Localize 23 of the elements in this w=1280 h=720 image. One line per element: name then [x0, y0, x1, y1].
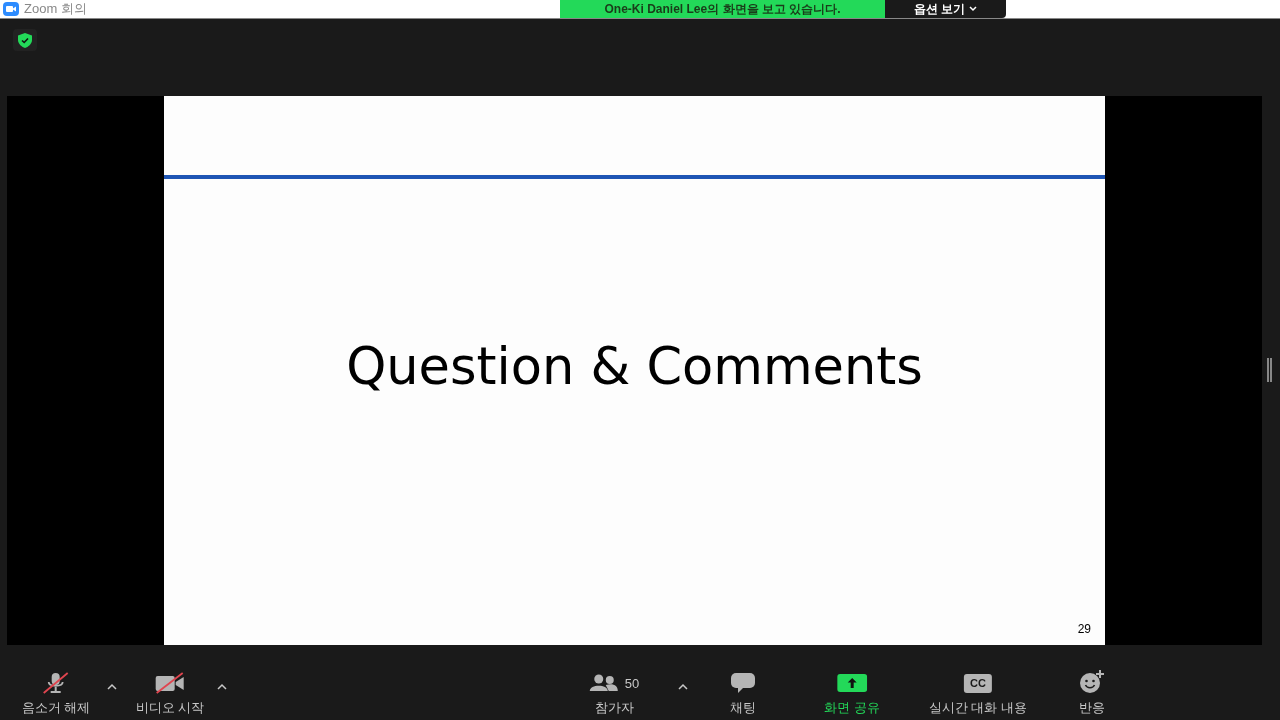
share-toolbar-button[interactable]: 화면 공유 [822, 673, 882, 717]
speech-bubble-icon [730, 671, 756, 694]
participant-count: 50 [624, 674, 640, 693]
reactions-toolbar-button[interactable]: 반응 [1077, 673, 1107, 717]
chat-toolbar-button[interactable]: 채팅 [728, 673, 758, 717]
mic-toolbar-button[interactable]: 음소거 해제 [19, 673, 93, 717]
cc-toolbar-button[interactable]: CC 실시간 대화 내용 [926, 673, 1030, 717]
page-number: 29 [1077, 621, 1091, 638]
window-title: Zoom 회의 [24, 0, 87, 19]
resize-handle[interactable] [1267, 358, 1272, 382]
caret-icon[interactable] [106, 683, 117, 691]
security-shield-icon[interactable] [13, 29, 37, 51]
video-toolbar-button[interactable]: 비디오 시작 [133, 673, 207, 717]
view-options-button[interactable]: 옵션 보기 [885, 0, 1006, 18]
chevron-down-icon [969, 6, 978, 12]
people-icon [588, 674, 619, 693]
participants-toolbar-button[interactable]: 50 참가자 [586, 673, 642, 717]
share-banner: One-Ki Daniel Lee의 화면을 보고 있습니다. [560, 0, 885, 18]
caret-icon[interactable] [678, 683, 688, 691]
slide-title: Question & Comments [346, 336, 923, 398]
caret-icon[interactable] [217, 683, 228, 691]
smiley-plus-icon [1079, 669, 1105, 694]
caption-icon: CC [964, 674, 992, 693]
